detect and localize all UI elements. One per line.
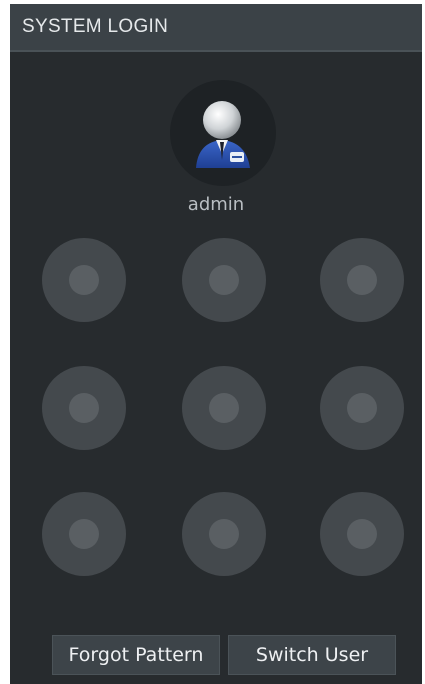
pattern-node-5[interactable] [182,366,266,450]
title-bar: SYSTEM LOGIN [10,4,422,52]
pattern-node-2[interactable] [182,238,266,322]
switch-user-button[interactable]: Switch User [228,635,396,675]
window-title: SYSTEM LOGIN [22,16,169,37]
pattern-node-center [347,265,377,295]
pattern-node-3[interactable] [320,238,404,322]
login-panel: SYSTEM LOGIN admin Forgot Pattern Switch… [10,4,422,684]
pattern-node-center [347,393,377,423]
pattern-node-4[interactable] [42,366,126,450]
user-avatar-icon [196,101,250,168]
avatar [170,80,276,186]
pattern-node-8[interactable] [182,492,266,576]
pattern-node-7[interactable] [42,492,126,576]
pattern-node-center [69,519,99,549]
pattern-node-center [69,265,99,295]
pattern-node-6[interactable] [320,366,404,450]
pattern-node-center [209,393,239,423]
pattern-node-center [209,519,239,549]
forgot-pattern-button[interactable]: Forgot Pattern [52,635,220,675]
pattern-node-1[interactable] [42,238,126,322]
pattern-node-center [69,393,99,423]
pattern-node-center [347,519,377,549]
pattern-node-center [209,265,239,295]
pattern-node-9[interactable] [320,492,404,576]
username-label: admin [187,194,245,215]
